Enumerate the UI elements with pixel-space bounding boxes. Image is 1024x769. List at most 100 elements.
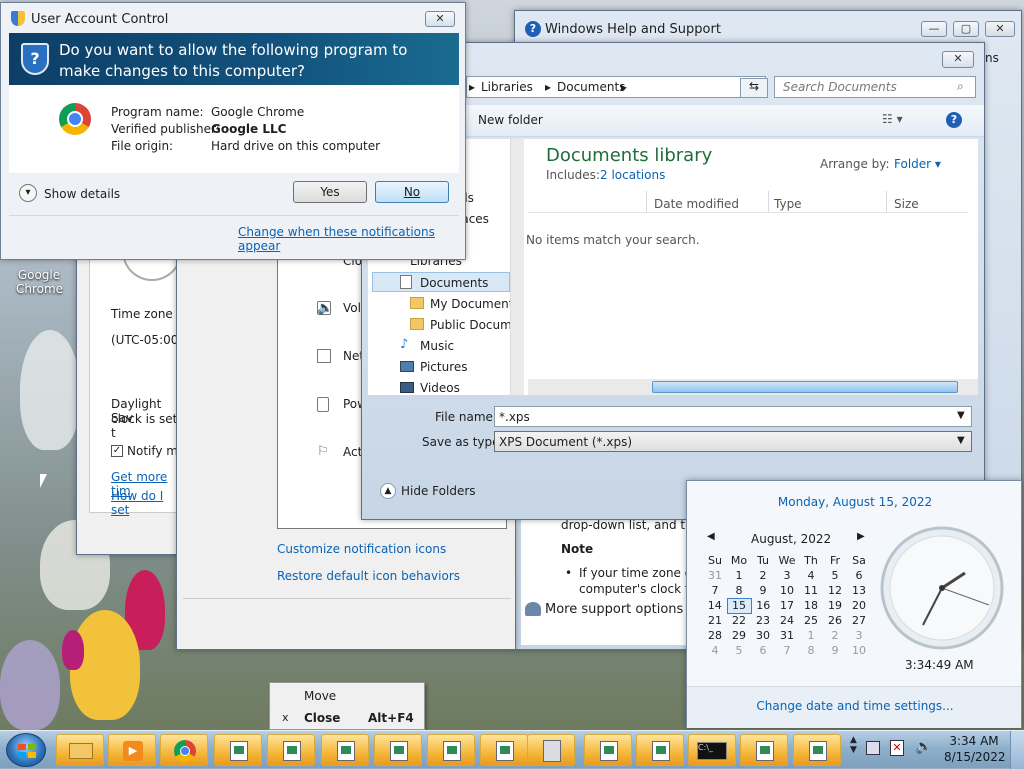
chevron-down-icon: ▼ bbox=[957, 435, 965, 446]
no-button[interactable]: No bbox=[375, 181, 449, 203]
taskbar-window-3[interactable] bbox=[321, 734, 369, 766]
action-center-icon[interactable]: ✕ bbox=[890, 740, 904, 756]
flag-icon: ⚐ bbox=[317, 444, 329, 459]
analog-clock-icon bbox=[880, 526, 1004, 650]
filename-label: File name: bbox=[435, 410, 497, 424]
nav-documents[interactable]: Documents bbox=[420, 276, 488, 290]
menu-close[interactable]: Close bbox=[304, 711, 340, 725]
arrange-by-label: Arrange by: bbox=[820, 157, 890, 171]
dst-text-2: clock is set t bbox=[111, 412, 178, 440]
nav-videos[interactable]: Videos bbox=[420, 381, 460, 395]
taskbar-chrome[interactable] bbox=[160, 734, 208, 766]
taskbar-window-10[interactable] bbox=[793, 734, 841, 766]
taskbar-calculator[interactable] bbox=[527, 734, 575, 766]
menu-move[interactable]: Move bbox=[304, 689, 336, 703]
change-notifications-link[interactable]: Change when these notifications appear bbox=[238, 225, 465, 253]
search-icon: ⌕ bbox=[957, 79, 964, 93]
file-origin-value: Hard drive on this computer bbox=[211, 139, 381, 153]
taskbar-window-2[interactable] bbox=[267, 734, 315, 766]
notify-checkbox[interactable]: ✓ bbox=[111, 445, 123, 457]
col-date-modified[interactable]: Date modified bbox=[654, 197, 739, 211]
nav-my-documents[interactable]: My Documents bbox=[430, 297, 520, 311]
nav-music[interactable]: Music bbox=[420, 339, 454, 353]
folder-icon bbox=[410, 297, 424, 309]
help-partial-text: ns bbox=[985, 51, 999, 65]
savetype-select[interactable]: XPS Document (*.xps) ▼ bbox=[494, 431, 972, 452]
today-cell[interactable]: 15 bbox=[726, 597, 752, 614]
refresh-icon[interactable]: ⇆ bbox=[740, 78, 768, 98]
hide-folders-icon[interactable]: ▲ bbox=[380, 483, 396, 499]
horizontal-scrollbar[interactable] bbox=[652, 381, 958, 393]
notif-item-volume: Vol bbox=[343, 301, 361, 315]
breadcrumb[interactable]: ▸ Libraries ▸ Documents ▸ bbox=[466, 76, 766, 98]
taskbar-window-9[interactable] bbox=[740, 734, 788, 766]
show-details-button[interactable]: Show details bbox=[44, 187, 120, 201]
taskbar-window-1[interactable] bbox=[214, 734, 262, 766]
help-title: Windows Help and Support bbox=[545, 22, 721, 37]
save-close-button[interactable]: ✕ bbox=[942, 51, 974, 68]
savetype-value: XPS Document (*.xps) bbox=[499, 435, 633, 449]
customize-notification-icons-link[interactable]: Customize notification icons bbox=[277, 542, 446, 556]
calendar-grid: Su Mo Tu We Th Fr Sa 31 1 2 3 4 5 6 7 8 9 10 11 12 13 14 15… bbox=[707, 554, 866, 657]
more-support-options[interactable]: More support options bbox=[545, 602, 683, 617]
new-folder-button[interactable]: New folder bbox=[478, 113, 543, 127]
locations-link[interactable]: 2 locations bbox=[600, 168, 665, 182]
taskbar-explorer[interactable] bbox=[56, 734, 104, 766]
publisher-label: Verified publisher: bbox=[111, 122, 220, 136]
filename-value: *.xps bbox=[499, 410, 530, 424]
nav-pictures[interactable]: Pictures bbox=[420, 360, 468, 374]
taskbar: ▶ C:\_ ▲ ▼ ✕ 🔈 3:34 AM 8/15/2022 bbox=[0, 730, 1024, 769]
empty-message: No items match your search. bbox=[526, 233, 700, 247]
taskbar-cmd[interactable]: C:\_ bbox=[688, 734, 736, 766]
month-label[interactable]: August, 2022 bbox=[751, 532, 831, 546]
network-icon[interactable] bbox=[866, 741, 880, 755]
help-icon[interactable]: ? bbox=[946, 112, 962, 128]
start-button[interactable] bbox=[6, 733, 46, 767]
music-icon: ♪ bbox=[400, 337, 409, 352]
taskbar-media-player[interactable]: ▶ bbox=[108, 734, 156, 766]
filename-field[interactable]: *.xps ▼ bbox=[494, 406, 972, 427]
volume-icon[interactable]: 🔈 bbox=[915, 739, 932, 755]
program-name-label: Program name: bbox=[111, 105, 204, 119]
videos-icon bbox=[400, 382, 414, 393]
show-desktop-button[interactable] bbox=[1010, 731, 1024, 769]
taskbar-window-6[interactable] bbox=[480, 734, 528, 766]
yes-button[interactable]: Yes bbox=[293, 181, 367, 203]
arrange-by-dropdown[interactable]: Folder ▾ bbox=[894, 157, 941, 171]
taskbar-window-8[interactable] bbox=[636, 734, 684, 766]
folder-icon bbox=[410, 318, 424, 330]
help-minimize-button[interactable]: — bbox=[921, 21, 947, 37]
chevron-down-icon: ▼ bbox=[957, 410, 965, 421]
desktop-chrome-label[interactable]: Google Chrome bbox=[16, 268, 63, 296]
next-month-icon[interactable]: ▶ bbox=[857, 531, 865, 542]
shield-icon bbox=[11, 11, 25, 26]
col-size[interactable]: Size bbox=[894, 197, 919, 211]
breadcrumb-libraries[interactable]: Libraries bbox=[481, 80, 533, 94]
help-close-button[interactable]: ✕ bbox=[985, 21, 1015, 37]
nav-public-documents[interactable]: Public Docume bbox=[430, 318, 519, 332]
breadcrumb-documents[interactable]: Documents bbox=[557, 80, 625, 94]
time-zone-label: Time zone bbox=[111, 307, 173, 321]
help-maximize-button[interactable]: ▢ bbox=[953, 21, 979, 37]
tray-overflow-icon[interactable]: ▲ ▼ bbox=[850, 735, 857, 755]
chevron-down-icon[interactable]: ▾ bbox=[19, 184, 37, 202]
change-date-time-link[interactable]: Change date and time settings... bbox=[687, 699, 1023, 713]
nav-scrollbar[interactable] bbox=[510, 139, 524, 395]
clock-popup: Monday, August 15, 2022 ◀ August, 2022 ▶… bbox=[686, 480, 1022, 728]
view-options-icon[interactable]: ☷ ▾ bbox=[882, 112, 903, 126]
restore-default-icons-link[interactable]: Restore default icon behaviors bbox=[277, 569, 460, 583]
taskbar-window-4[interactable] bbox=[374, 734, 422, 766]
taskbar-window-7[interactable] bbox=[584, 734, 632, 766]
taskbar-window-5[interactable] bbox=[427, 734, 475, 766]
program-name-value: Google Chrome bbox=[211, 105, 305, 119]
search-input[interactable]: Search Documents ⌕ bbox=[774, 76, 976, 98]
mouse-cursor-icon bbox=[40, 474, 47, 488]
tray-clock[interactable]: 3:34 AM 8/15/2022 bbox=[944, 734, 1006, 764]
date-header[interactable]: Monday, August 15, 2022 bbox=[687, 495, 1023, 509]
help-icon: ? bbox=[525, 21, 541, 37]
hide-folders-button[interactable]: Hide Folders bbox=[401, 484, 476, 498]
prev-month-icon[interactable]: ◀ bbox=[707, 531, 715, 542]
col-type[interactable]: Type bbox=[774, 197, 802, 211]
how-do-i-set-link[interactable]: How do I set bbox=[111, 489, 185, 517]
uac-close-button[interactable]: ✕ bbox=[425, 11, 455, 27]
